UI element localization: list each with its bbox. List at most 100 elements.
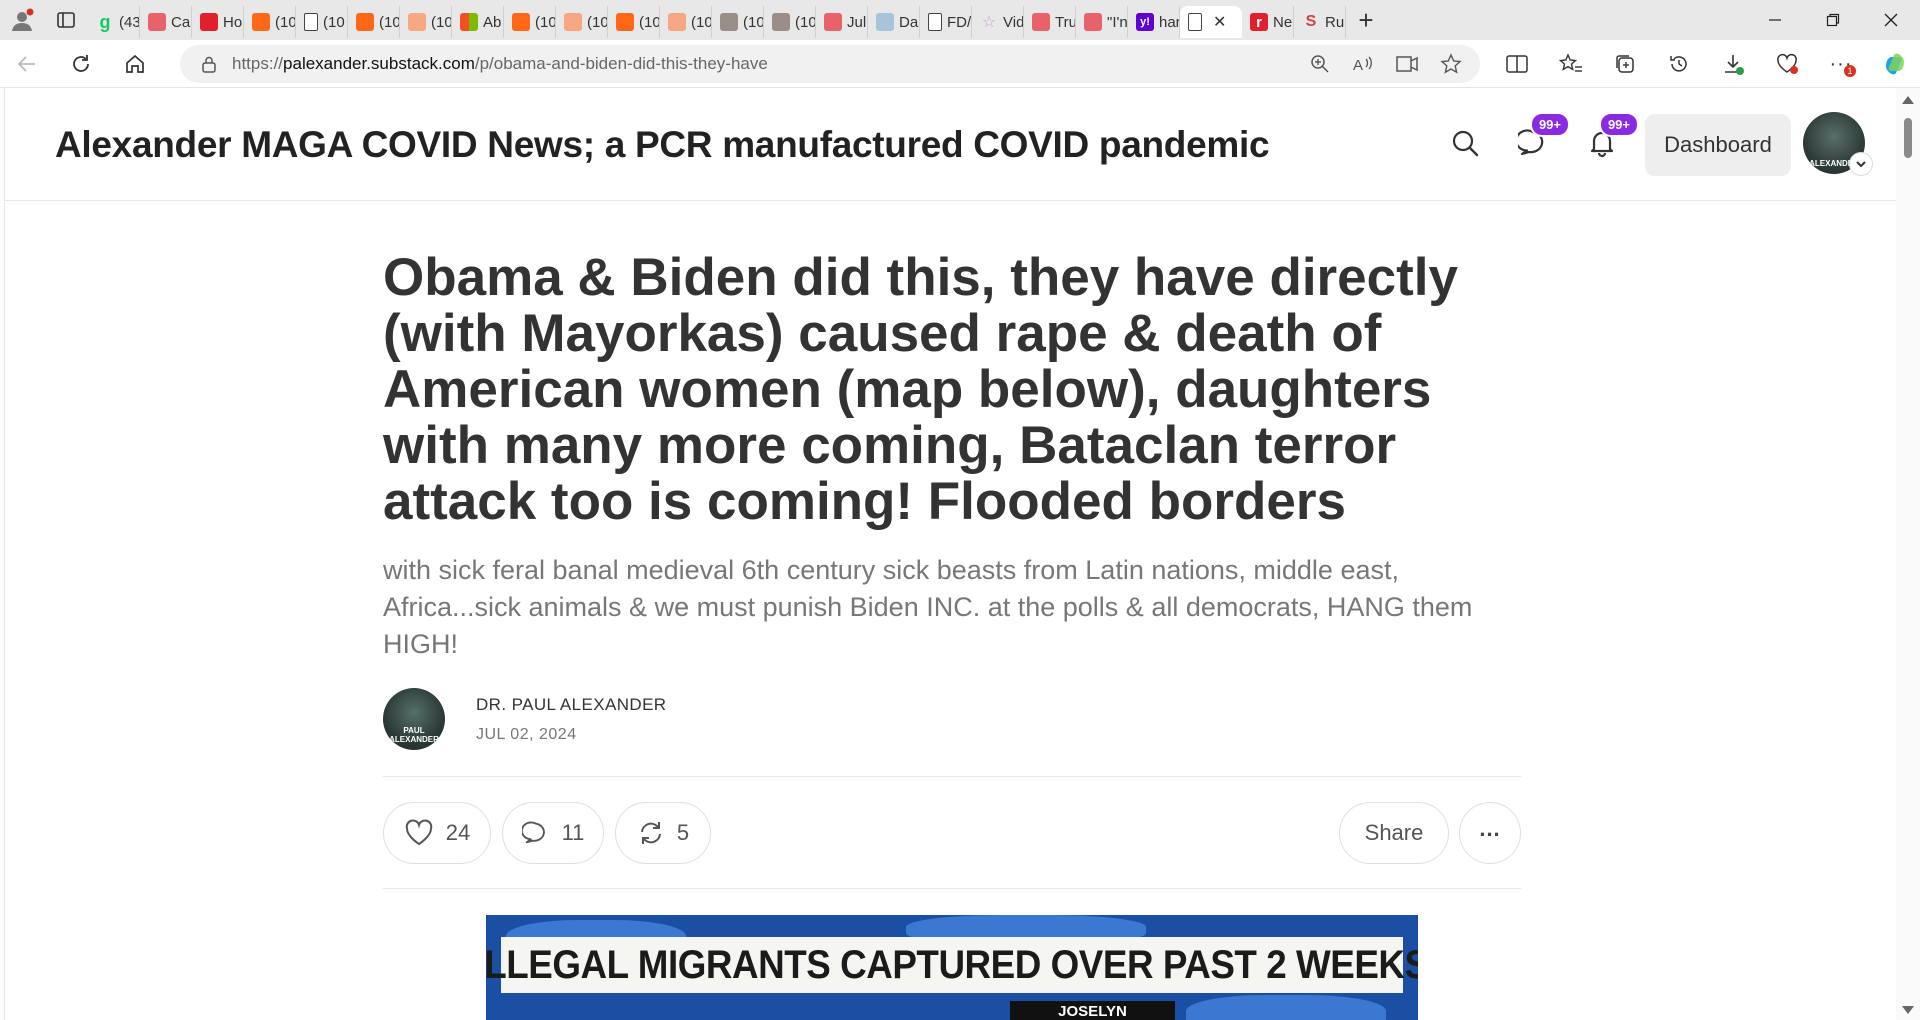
profile-button[interactable] [0,0,44,40]
home-button[interactable] [108,40,162,88]
collections-button[interactable] [1598,40,1652,88]
post-title: Obama & Biden did this, they have direct… [383,248,1458,531]
page-icon [304,13,318,31]
restack-icon [640,822,661,844]
settings-menu-button[interactable]: ··· 1 [1814,40,1868,88]
dashboard-button[interactable]: Dashboard [1645,114,1791,176]
youtube-icon [824,13,842,31]
browser-tab[interactable]: (10 [348,6,400,38]
zoom-icon[interactable] [1310,54,1330,74]
read-aloud-icon[interactable]: A [1352,54,1374,74]
browser-tab[interactable]: (10 [608,6,660,38]
search-icon [1452,130,1479,157]
page-icon [1188,13,1202,31]
browser-tab[interactable]: (10 [244,6,296,38]
post-date: JUL 02, 2024 [476,726,577,743]
browser-tab[interactable]: ✕ [1180,6,1242,38]
copilot-button[interactable] [1868,40,1920,88]
split-screen-button[interactable] [1490,40,1544,88]
restack-button[interactable]: 5 [615,802,711,864]
search-button[interactable] [1442,120,1488,166]
browser-tab[interactable]: (10 [764,6,816,38]
browser-tab[interactable]: (10 [660,6,712,38]
tab-label: (10 [535,13,556,31]
browser-tab[interactable]: Juli [816,6,868,38]
new-tab-button[interactable]: + [1346,0,1386,40]
like-button[interactable]: 24 [383,802,491,864]
browser-tab[interactable]: FD/ [920,6,972,38]
heart-icon [405,819,432,846]
notifications-button[interactable]: 99+ [1579,112,1639,166]
g-icon: g [99,11,111,32]
divider-top [383,776,1521,777]
restore-button[interactable] [1804,0,1862,40]
download-icon [1725,55,1744,75]
url-field[interactable]: https://palexander.substack.com/p/obama-… [180,45,1480,83]
lock-icon [202,56,216,73]
tab-close-icon[interactable]: ✕ [1213,12,1226,32]
refresh-button[interactable] [54,40,108,88]
browser-tab[interactable]: "I'n [1076,6,1128,38]
browser-tab[interactable]: (10 [504,6,556,38]
browser-tab[interactable]: (10 [556,6,608,38]
site-header: Alexander MAGA COVID News; a PCR manufac… [5,88,1896,201]
browser-tab[interactable]: r Ne [1242,6,1294,38]
browser-tab[interactable]: Dai [868,6,920,38]
share-label: Share [1364,820,1424,845]
minimize-icon [1769,19,1781,21]
comment-button[interactable]: 11 [502,802,604,864]
page-scrollbar[interactable] [1896,88,1920,1020]
heart-pulse-icon [1777,53,1798,74]
history-button[interactable] [1652,40,1706,88]
browser-tab[interactable]: (10 [712,6,764,38]
share-button[interactable]: Share [1339,802,1449,864]
tab-label: Ne [1273,13,1293,31]
browser-tab[interactable]: Ab [452,6,504,38]
address-toolbar: https://palexander.substack.com/p/obama-… [0,40,1920,88]
downloads-button[interactable] [1706,40,1760,88]
browser-tab[interactable]: (10 [400,6,452,38]
browser-tab[interactable]: Car [140,6,192,38]
author-name[interactable]: DR. PAUL ALEXANDER [476,695,666,715]
browser-tab[interactable]: (10 [296,6,348,38]
profile-icon [12,8,34,31]
minimize-button[interactable] [1746,0,1804,40]
tab-label: FD/ [947,13,972,31]
fire-icon [200,13,218,31]
chat-button[interactable]: 99+ [1510,112,1570,166]
scrollbar-thumb[interactable] [1904,118,1912,158]
immersive-reader-icon[interactable] [1396,54,1418,74]
scroll-down-arrow-icon[interactable] [1902,1006,1914,1014]
account-menu-button[interactable] [1849,152,1873,176]
youtube-icon [1032,13,1050,31]
tab-actions-button[interactable] [44,0,88,40]
tab-label: Ru [1325,13,1345,31]
tab-label: (10 [431,13,452,31]
scroll-up-arrow-icon[interactable] [1902,96,1914,104]
browser-essentials-button[interactable] [1760,40,1814,88]
favorites-icon [1559,53,1582,72]
browser-tab[interactable]: S Ru [1294,6,1346,38]
site-title[interactable]: Alexander MAGA COVID News; a PCR manufac… [55,124,1270,166]
restack-count: 5 [676,820,690,845]
tab-label: Tru [1055,13,1076,31]
post-image[interactable]: ILLEGAL MIGRANTS CAPTURED OVER PAST 2 WE… [486,915,1418,1020]
photo-icon [772,13,790,31]
browser-tab[interactable]: Tru [1024,6,1076,38]
close-window-button[interactable] [1862,0,1920,40]
browser-tab[interactable]: g (43 [88,6,140,38]
page-icon [928,13,942,31]
back-button[interactable] [0,40,54,88]
author-avatar[interactable]: PAUL ALEXANDER [383,688,445,750]
substack-icon [668,13,686,31]
browser-tab[interactable]: ☆ Vid [972,6,1024,38]
browser-tab[interactable]: y! har [1128,6,1180,38]
back-arrow-icon [17,55,35,72]
more-options-button[interactable]: ... [1459,802,1521,864]
comment-icon [521,821,545,844]
favorite-star-icon[interactable] [1440,53,1462,75]
refresh-icon [73,54,89,72]
image-headline: ILLEGAL MIGRANTS CAPTURED OVER PAST 2 WE… [486,942,1418,987]
favorites-button[interactable] [1544,40,1598,88]
browser-tab[interactable]: Ho [192,6,244,38]
